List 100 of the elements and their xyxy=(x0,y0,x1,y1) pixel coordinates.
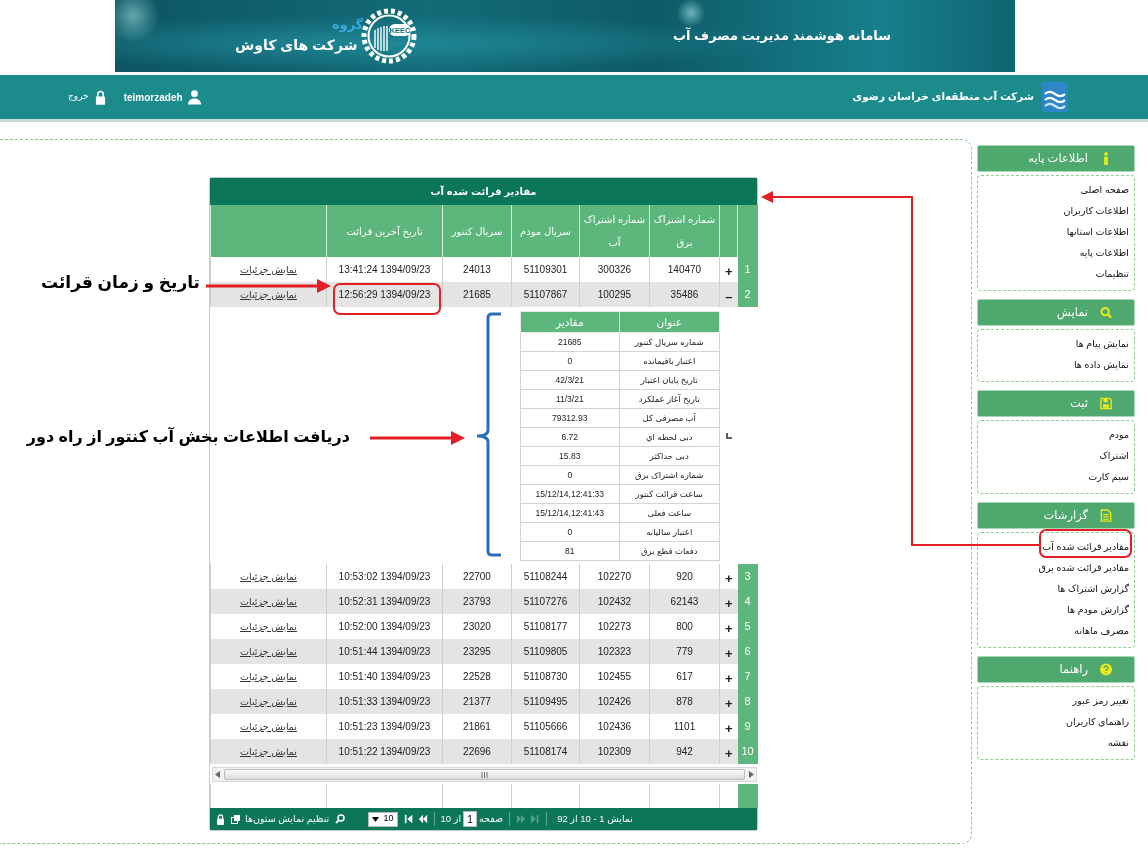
lock-icon[interactable] xyxy=(216,813,225,825)
document-icon xyxy=(1100,509,1112,522)
table-cell: تاریخ پایان اعتبار xyxy=(619,370,719,390)
column-settings-button[interactable]: تنظیم نمایش ستون‌ها xyxy=(231,811,330,827)
row-number: 10 xyxy=(737,739,758,764)
menu-item[interactable]: صفحه اصلی xyxy=(981,179,1131,200)
table-cell: 942 xyxy=(649,739,720,764)
table-cell: دبی حداکثر xyxy=(619,446,719,466)
table-cell: 779 xyxy=(649,639,720,664)
lock-icon xyxy=(94,89,106,105)
expand-toggle[interactable]: + xyxy=(724,263,733,279)
menu-item[interactable]: اشتراک xyxy=(981,445,1131,466)
search-icon[interactable] xyxy=(335,814,346,824)
details-link[interactable]: نمایش جزئیات xyxy=(240,670,297,682)
row-number: 2 xyxy=(737,282,758,307)
details-link[interactable]: نمایش جزئیات xyxy=(240,288,297,300)
menu-item[interactable]: مقادیر قرائت شده آب xyxy=(981,536,1131,557)
scroll-left-icon[interactable] xyxy=(214,771,220,778)
page-size-select[interactable]: 10 xyxy=(367,811,398,827)
search-icon xyxy=(1100,306,1112,319)
table-cell: 0 xyxy=(520,522,620,542)
table-cell: 51107276 xyxy=(511,589,580,614)
table-cell: شماره سریال کنتور xyxy=(619,332,719,352)
table-cell: اعتبار باقیمانده xyxy=(619,351,719,371)
menu-item[interactable]: نمایش پیام ها xyxy=(981,333,1131,354)
table-cell: 22696 xyxy=(442,739,512,764)
row-number: 1 xyxy=(737,257,758,282)
table-cell: 10:51:22 1394/09/23 xyxy=(326,739,443,764)
table-cell: 102432 xyxy=(579,589,650,614)
menu-item[interactable]: اطلاعات پایه xyxy=(981,242,1131,263)
table-cell: 51109495 xyxy=(511,689,580,714)
caret-icon xyxy=(371,816,379,822)
table-cell: 51108174 xyxy=(511,739,580,764)
menu-item[interactable]: گزارش اشتراک ها xyxy=(981,578,1131,599)
expand-toggle[interactable]: – xyxy=(725,288,733,304)
table-cell: ساعت فعلی xyxy=(619,503,719,523)
table-cell: شماره اشتراک برق xyxy=(619,465,719,485)
menu-item[interactable]: مصرف ماهانه xyxy=(981,620,1131,641)
annotation-label: دریافت اطلاعات بخش آب کنتور از راه دور xyxy=(26,427,350,447)
table-cell: 100295 xyxy=(579,282,650,307)
table-cell: 51107867 xyxy=(511,282,580,307)
menu-item[interactable]: مقادیر قرائت شده برق xyxy=(981,557,1131,578)
scroll-right-icon[interactable] xyxy=(748,771,754,778)
expand-toggle[interactable]: + xyxy=(724,695,733,711)
table-cell: 102309 xyxy=(579,739,650,764)
table-cell: 10:52:31 1394/09/23 xyxy=(326,589,443,614)
table-cell: آب مصرفی کل xyxy=(619,408,719,428)
expand-toggle[interactable]: + xyxy=(724,645,733,661)
help-icon xyxy=(1100,663,1112,676)
details-link[interactable]: نمایش جزئیات xyxy=(240,595,297,607)
table-cell: 102426 xyxy=(579,689,650,714)
expand-toggle[interactable]: + xyxy=(724,670,733,686)
table-cell: 23793 xyxy=(442,589,512,614)
details-link[interactable]: نمایش جزئیات xyxy=(240,695,297,707)
horizontal-scrollbar[interactable] xyxy=(211,767,757,782)
details-link[interactable]: نمایش جزئیات xyxy=(240,645,297,657)
menu-item[interactable]: گزارش مودم ها xyxy=(981,599,1131,620)
table-cell: ساعت قرائت کنتور xyxy=(619,484,719,504)
expand-toggle[interactable]: + xyxy=(724,720,733,736)
expand-toggle[interactable]: + xyxy=(724,570,733,586)
table-cell: 0 xyxy=(520,465,620,485)
expand-toggle[interactable]: + xyxy=(724,745,733,761)
expand-toggle[interactable]: + xyxy=(724,595,733,611)
logout-link[interactable]: خروج xyxy=(68,89,106,105)
details-link[interactable]: نمایش جزئیات xyxy=(240,745,297,757)
page-count: از 10 xyxy=(440,811,462,826)
table-cell: 51109805 xyxy=(511,639,580,664)
table-cell: 81 xyxy=(520,541,620,561)
skip-arrow-icon xyxy=(530,814,541,824)
page-input[interactable]: 1 xyxy=(463,811,478,827)
menu-item[interactable]: تغییر رمز عبور xyxy=(981,690,1131,711)
table-cell: 21685 xyxy=(520,332,620,352)
table-cell: 23295 xyxy=(442,639,512,664)
details-link[interactable]: نمایش جزئیات xyxy=(240,620,297,632)
details-link[interactable]: نمایش جزئیات xyxy=(240,570,297,582)
menu-item[interactable]: مودم xyxy=(981,424,1131,445)
scrollbar-thumb[interactable] xyxy=(223,769,745,780)
table-cell: 21377 xyxy=(442,689,512,714)
grip-icon xyxy=(480,771,488,778)
menu-item[interactable]: نمایش داده ها xyxy=(981,354,1131,375)
row-number: 7 xyxy=(737,664,758,689)
table-cell: دفعات قطع برق xyxy=(619,541,719,561)
corner-icon xyxy=(725,432,732,439)
grid-title: مقادیر قرائت شده آب xyxy=(210,178,757,205)
table-cell: 102323 xyxy=(579,639,650,664)
menu-item[interactable]: اطلاعات کاربران xyxy=(981,200,1131,221)
menu-item[interactable]: سیم کارت xyxy=(981,466,1131,487)
menu-item[interactable]: تنظیمات xyxy=(981,263,1131,284)
table-cell: اعتبار سالیانه xyxy=(619,522,719,542)
menu-item[interactable]: اطلاعات استانها xyxy=(981,221,1131,242)
menu-item[interactable]: نقشه xyxy=(981,732,1131,753)
table-cell: 10:51:44 1394/09/23 xyxy=(326,639,443,664)
menu-item[interactable]: راهنمای کاربران xyxy=(981,711,1131,732)
expand-toggle[interactable]: + xyxy=(724,620,733,636)
details-link[interactable]: نمایش جزئیات xyxy=(240,263,297,275)
wave-logo-icon xyxy=(1042,82,1068,112)
table-cell: 10:51:33 1394/09/23 xyxy=(326,689,443,714)
details-link[interactable]: نمایش جزئیات xyxy=(240,720,297,732)
column-header: تاریخ آخرین قرائت xyxy=(326,205,443,257)
columns-icon xyxy=(231,814,240,824)
